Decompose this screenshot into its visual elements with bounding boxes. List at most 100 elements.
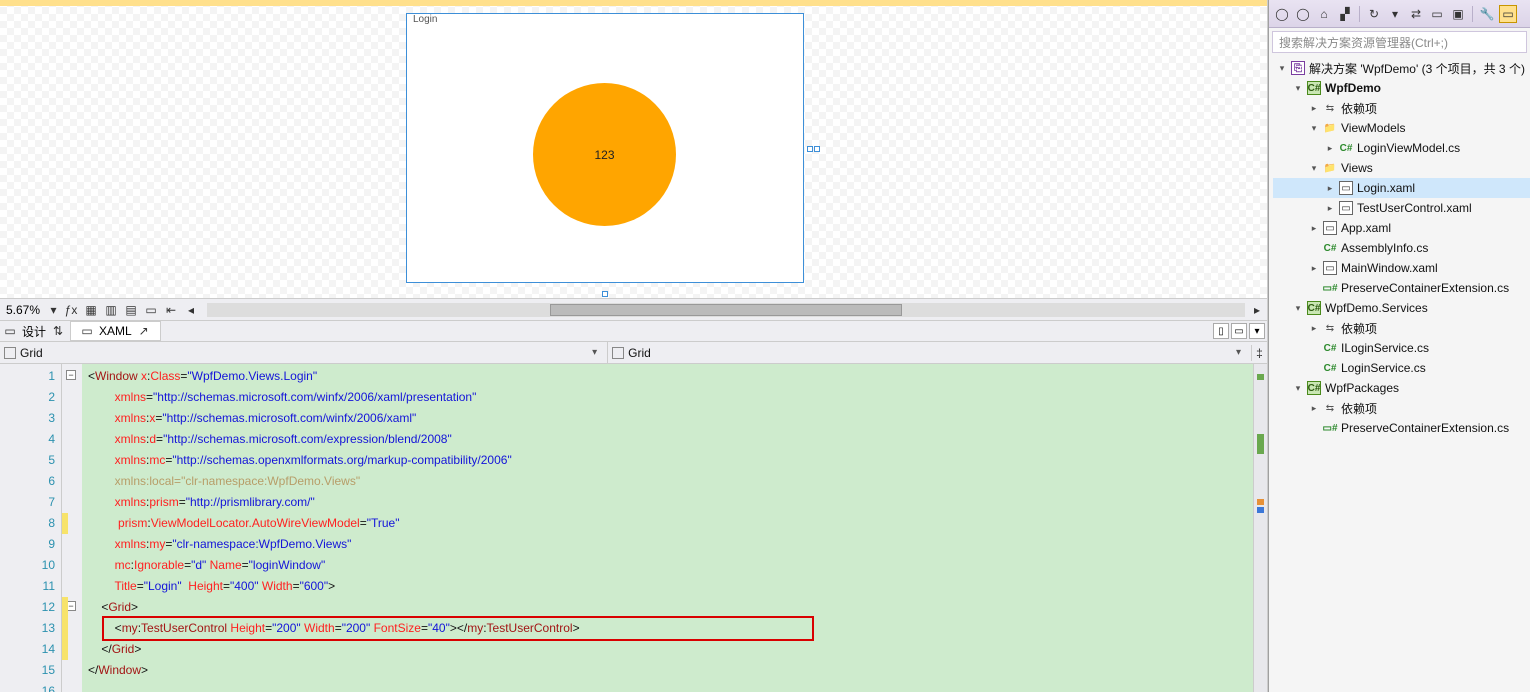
- tree-node[interactable]: C#LoginService.cs: [1273, 358, 1530, 378]
- tree-node[interactable]: C#AssemblyInfo.cs: [1273, 238, 1530, 258]
- code-content[interactable]: <Window x:Class="WpfDemo.Views.Login" xm…: [82, 364, 1253, 692]
- swap-icon[interactable]: ⇅: [50, 323, 66, 339]
- selection-handle[interactable]: [807, 146, 813, 152]
- grid-1-icon[interactable]: ▦: [83, 302, 99, 318]
- designer-surface[interactable]: Login 123: [0, 0, 1267, 298]
- outline-gutter[interactable]: −−: [62, 364, 82, 692]
- hscrollbar-thumb[interactable]: [550, 304, 903, 316]
- expand-icon[interactable]: ▾: [1309, 163, 1319, 174]
- dropdown-icon[interactable]: ▾: [1236, 347, 1247, 358]
- code-line[interactable]: xmlns="http://schemas.microsoft.com/winf…: [88, 387, 1253, 408]
- design-user-control[interactable]: 123: [533, 83, 676, 226]
- solution-search[interactable]: 搜索解决方案资源管理器(Ctrl+;): [1272, 31, 1527, 53]
- expand-icon[interactable]: ▸: [1309, 103, 1319, 114]
- breadcrumb-right[interactable]: Grid ▾: [608, 342, 1251, 363]
- filter-dropdown-icon[interactable]: ▾: [1386, 5, 1404, 23]
- breadcrumb-left[interactable]: Grid ▾: [0, 342, 608, 363]
- code-line[interactable]: xmlns:mc="http://schemas.openxmlformats.…: [88, 450, 1253, 471]
- arrow-right-icon[interactable]: ▸: [1249, 302, 1265, 318]
- expand-icon[interactable]: ▸: [1309, 223, 1319, 234]
- tree-node[interactable]: ▸▭Login.xaml: [1273, 178, 1530, 198]
- xaml-tab[interactable]: ▭ XAML ↗: [70, 321, 161, 341]
- tree-node[interactable]: ▸▭TestUserControl.xaml: [1273, 198, 1530, 218]
- sync-icon[interactable]: ↻: [1365, 5, 1383, 23]
- grid-3-icon[interactable]: ▤: [123, 302, 139, 318]
- expand-icon[interactable]: ▸: [1325, 183, 1335, 194]
- snap2-icon[interactable]: ⇤: [163, 302, 179, 318]
- zoom-level[interactable]: 5.67%: [2, 303, 44, 317]
- code-line[interactable]: xmlns:local="clr-namespace:WpfDemo.Views…: [88, 471, 1253, 492]
- split-horz-button[interactable]: ▭: [1231, 323, 1247, 339]
- code-line[interactable]: </Window>: [88, 660, 1253, 681]
- grid-2-icon[interactable]: ▥: [103, 302, 119, 318]
- zoom-dropdown-icon[interactable]: ▾: [48, 303, 59, 317]
- tree-node[interactable]: ▸C#LoginViewModel.cs: [1273, 138, 1530, 158]
- tree-node[interactable]: ▾⎘解决方案 'WpfDemo' (3 个项目，共 3 个): [1273, 58, 1530, 78]
- home-icon[interactable]: ⌂: [1315, 5, 1333, 23]
- show-all-icon[interactable]: ⇄: [1407, 5, 1425, 23]
- selection-handle[interactable]: [814, 146, 820, 152]
- code-line[interactable]: mc:Ignorable="d" Name="loginWindow": [88, 555, 1253, 576]
- preview-icon[interactable]: ▭: [1428, 5, 1446, 23]
- dropdown-icon[interactable]: ▾: [592, 347, 603, 358]
- code-line[interactable]: xmlns:x="http://schemas.microsoft.com/wi…: [88, 408, 1253, 429]
- tree-node[interactable]: ▾📁ViewModels: [1273, 118, 1530, 138]
- expand-icon[interactable]: ▾: [1309, 123, 1319, 134]
- tree-node[interactable]: ▭#PreserveContainerExtension.cs: [1273, 278, 1530, 298]
- expand-icon[interactable]: ▾: [1293, 303, 1303, 314]
- back-icon[interactable]: ◯: [1273, 5, 1291, 23]
- tree-node[interactable]: ▾C#WpfPackages: [1273, 378, 1530, 398]
- hscrollbar[interactable]: [207, 303, 1245, 317]
- code-editor[interactable]: 12345678910111213141516 −− <Window x:Cla…: [0, 364, 1267, 692]
- expand-icon[interactable]: ▾: [1293, 383, 1303, 394]
- tree-node[interactable]: ▾📁Views: [1273, 158, 1530, 178]
- popout-icon[interactable]: ↗: [136, 323, 152, 339]
- code-line[interactable]: Title="Login" Height="400" Width="600">: [88, 576, 1253, 597]
- tree-node[interactable]: ▸▭App.xaml: [1273, 218, 1530, 238]
- forward-icon[interactable]: ◯: [1294, 5, 1312, 23]
- switch-view-icon[interactable]: ▞: [1336, 5, 1354, 23]
- arrow-icon[interactable]: ◂: [183, 302, 199, 318]
- solution-tree[interactable]: ▾⎘解决方案 'WpfDemo' (3 个项目，共 3 个)▾C#WpfDemo…: [1269, 56, 1530, 692]
- properties-icon[interactable]: 🔧: [1478, 5, 1496, 23]
- expand-icon[interactable]: ▸: [1309, 263, 1319, 274]
- split-vert-button[interactable]: ▯: [1213, 323, 1229, 339]
- preview-selected-icon[interactable]: ▭: [1499, 5, 1517, 23]
- code-line[interactable]: xmlns:my="clr-namespace:WpfDemo.Views": [88, 534, 1253, 555]
- expand-icon[interactable]: ▸: [1325, 203, 1335, 214]
- expand-icon[interactable]: ▸: [1325, 143, 1335, 154]
- design-icon[interactable]: ▭: [2, 323, 18, 339]
- overview-ruler[interactable]: [1253, 364, 1267, 692]
- tree-node[interactable]: ▸⇆依赖项: [1273, 398, 1530, 418]
- design-tab-label[interactable]: 设计: [22, 323, 46, 340]
- selection-handle[interactable]: [602, 291, 608, 297]
- code-line[interactable]: </Grid>: [88, 639, 1253, 660]
- tree-node[interactable]: ▾C#WpfDemo: [1273, 78, 1530, 98]
- code-line[interactable]: [88, 681, 1253, 692]
- tree-node[interactable]: ▸⇆依赖项: [1273, 98, 1530, 118]
- expand-icon[interactable]: ▾: [1277, 63, 1287, 74]
- tree-node-label: WpfDemo: [1325, 81, 1381, 95]
- collapse-all-icon[interactable]: ▣: [1449, 5, 1467, 23]
- code-line[interactable]: <Window x:Class="WpfDemo.Views.Login": [88, 366, 1253, 387]
- tree-node[interactable]: ▭#PreserveContainerExtension.cs: [1273, 418, 1530, 438]
- tree-node[interactable]: ▸⇆依赖项: [1273, 318, 1530, 338]
- expand-icon[interactable]: ▾: [1293, 83, 1303, 94]
- code-line[interactable]: xmlns:d="http://schemas.microsoft.com/ex…: [88, 429, 1253, 450]
- sync-icon[interactable]: ‡: [1251, 345, 1267, 361]
- effects-icon[interactable]: ƒx: [63, 302, 79, 318]
- xaml-icon: ▭: [1323, 221, 1337, 235]
- tree-node[interactable]: ▾C#WpfDemo.Services: [1273, 298, 1530, 318]
- code-line[interactable]: <my:TestUserControl Height="200" Width="…: [88, 618, 1253, 639]
- tree-node[interactable]: ▸▭MainWindow.xaml: [1273, 258, 1530, 278]
- code-line[interactable]: prism:ViewModelLocator.AutoWireViewModel…: [88, 513, 1253, 534]
- tree-node[interactable]: C#ILoginService.cs: [1273, 338, 1530, 358]
- line-number: 9: [0, 534, 55, 555]
- code-line[interactable]: <Grid>: [88, 597, 1253, 618]
- expand-icon[interactable]: ▸: [1309, 403, 1319, 414]
- snap-icon[interactable]: ▭: [143, 302, 159, 318]
- collapse-toggle[interactable]: −: [66, 370, 76, 380]
- code-line[interactable]: xmlns:prism="http://prismlibrary.com/": [88, 492, 1253, 513]
- expand-icon[interactable]: ▸: [1309, 323, 1319, 334]
- collapse-button[interactable]: ▾: [1249, 323, 1265, 339]
